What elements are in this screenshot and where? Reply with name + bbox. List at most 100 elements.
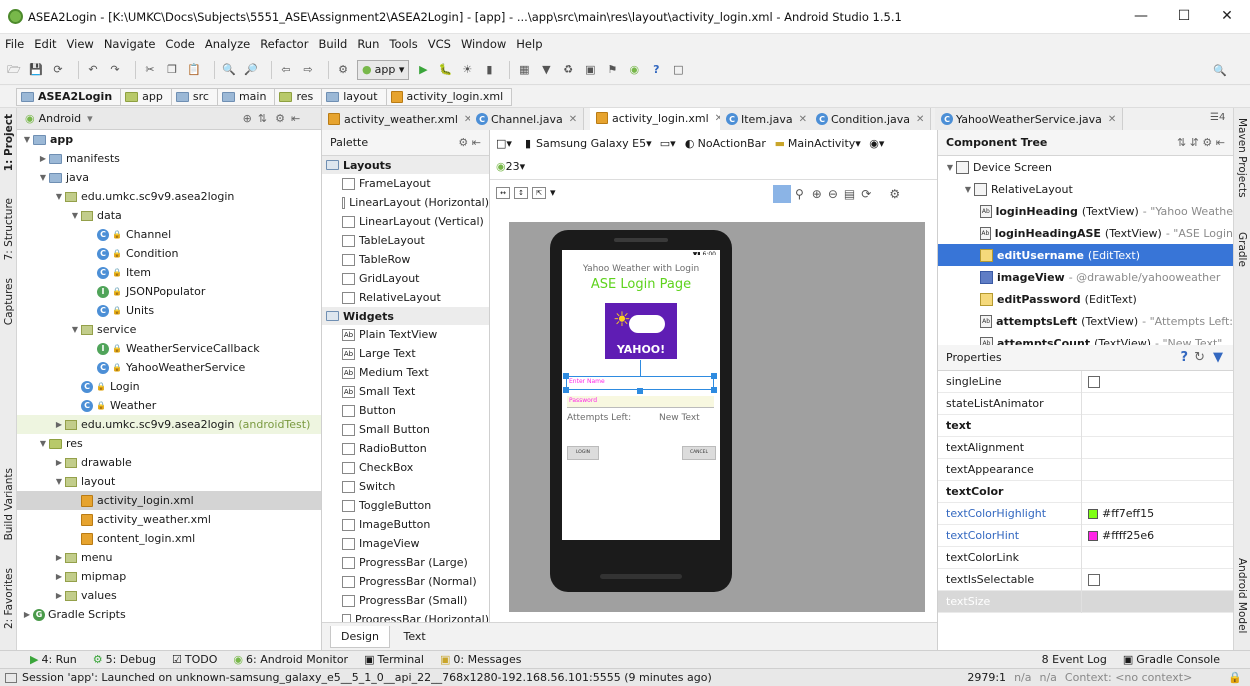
collapsed-arrow-icon[interactable]: ▶ [21,610,33,619]
login-heading[interactable]: Yahoo Weather with Login [562,264,720,274]
save-icon[interactable]: 💾 [28,62,44,78]
palette-item[interactable]: FrameLayout [322,174,489,193]
attach-debugger-icon[interactable]: ☀ [459,62,475,78]
editor-tab[interactable]: C Item.java ✕ [720,108,814,130]
tree-item[interactable]: C 🔒 Condition [17,244,321,263]
tree-item[interactable]: content_login.xml [17,529,321,548]
yahoo-weather-image[interactable]: ☀ YAHOO! [605,303,677,359]
property-value[interactable]: #ffff25e6 [1082,529,1154,542]
palette-item[interactable]: ProgressBar (Large) [322,553,489,572]
property-row[interactable]: textColorHighlight #ff7eff15 [938,502,1233,525]
palette-item[interactable]: ProgressBar (Normal) [322,572,489,591]
property-row[interactable]: textSize [938,590,1233,613]
api-level-select[interactable]: 23 [506,160,520,173]
palette-category-widgets[interactable]: Widgets [322,307,489,325]
context-indicator[interactable]: Context: <no context> [1065,671,1192,684]
palette-item[interactable]: Switch [322,477,489,496]
property-row[interactable]: textAppearance [938,458,1233,481]
tree-item[interactable]: activity_login.xml [17,491,321,510]
collapse-all-icon[interactable]: ⇅ [258,112,267,125]
restore-icon[interactable]: ↻ [1194,350,1205,365]
tree-item[interactable]: I 🔒 JSONPopulator [17,282,321,301]
device-monitor-icon[interactable]: ⚑ [604,62,620,78]
tool-debug[interactable]: ⚙ 5: Debug [93,653,164,666]
collapsed-arrow-icon[interactable]: ▶ [53,591,65,600]
avd-manager-icon[interactable]: ▣ [582,62,598,78]
help-icon[interactable]: ? [648,62,664,78]
tree-item[interactable]: ▼ app [17,130,321,149]
close-icon[interactable]: ✕ [1213,5,1241,27]
back-icon[interactable]: ⇦ [278,62,294,78]
editor-tab[interactable]: activity_login.xml ✕ [590,108,731,130]
tab-build-variants[interactable]: Build Variants [3,468,15,540]
menu-view[interactable]: View [62,34,99,55]
design-surface-icon[interactable]: □▾ [496,135,512,151]
undo-icon[interactable]: ↶ [85,62,101,78]
tool-messages[interactable]: ▣ 0: Messages [440,653,530,666]
tab-project[interactable]: 1: Project [3,114,15,171]
expanded-arrow-icon[interactable]: ▼ [944,163,956,172]
tree-item[interactable]: ▶ manifests [17,149,321,168]
tree-item[interactable]: ▼ layout [17,472,321,491]
expanded-arrow-icon[interactable]: ▼ [53,477,65,486]
editor-tab[interactable]: C Condition.java ✕ [810,108,932,130]
layout-inspector-icon[interactable]: □ [670,62,686,78]
menu-file[interactable]: File [0,34,29,55]
tree-item[interactable]: ▶ mipmap [17,567,321,586]
select-mode-icon[interactable] [773,185,791,203]
menu-vcs[interactable]: VCS [423,34,456,55]
find-icon[interactable]: 🔍 [221,62,237,78]
property-row[interactable]: textColor [938,480,1233,503]
component-item[interactable]: Ab loginHeadingASE (TextView) - "ASE Login [938,222,1233,244]
tree-item[interactable]: ▶ G Gradle Scripts [17,605,321,624]
close-tab-icon[interactable]: ✕ [916,114,924,125]
login-button[interactable]: LOGIN [567,446,599,460]
palette-item[interactable]: RadioButton [322,439,489,458]
project-view-select[interactable]: Android [39,112,82,125]
component-item[interactable]: ▼ RelativeLayout [938,178,1233,200]
tree-item[interactable]: ▶ menu [17,548,321,567]
paste-icon[interactable]: 📋 [186,62,202,78]
tree-item[interactable]: ▶ values [17,586,321,605]
palette-item[interactable]: LinearLayout (Horizontal) [322,193,489,212]
palette-item[interactable]: TableLayout [322,231,489,250]
palette-item[interactable]: RelativeLayout [322,288,489,307]
tree-item[interactable]: C 🔒 Channel [17,225,321,244]
menu-navigate[interactable]: Navigate [99,34,161,55]
palette-item[interactable]: LinearLayout (Vertical) [322,212,489,231]
help-icon[interactable]: ? [1181,350,1189,365]
profile-icon[interactable]: ▮ [481,62,497,78]
filter-icon[interactable]: ▼ [1213,350,1223,365]
tree-item[interactable]: ▼ service [17,320,321,339]
debug-icon[interactable]: 🐛 [437,62,453,78]
palette-item[interactable]: ProgressBar (Small) [322,591,489,610]
property-row[interactable]: textAlignment [938,436,1233,459]
checkbox[interactable] [1088,375,1100,388]
breadcrumb-item[interactable]: activity_login.xml [386,87,513,106]
theme-select[interactable]: NoActionBar [698,137,766,150]
forward-icon[interactable]: ⇨ [300,62,316,78]
editor-tab[interactable]: C Channel.java ✕ [470,108,585,130]
project-structure-icon[interactable]: ▦ [516,62,532,78]
palette-item[interactable]: ToggleButton [322,496,489,515]
menu-build[interactable]: Build [313,34,352,55]
menu-refactor[interactable]: Refactor [255,34,313,55]
palette-item[interactable]: Ab Medium Text [322,363,489,382]
editor-tab[interactable]: C YahooWeatherService.java ✕ [935,108,1124,130]
property-row[interactable]: textIsSelectable [938,568,1233,591]
tree-item[interactable]: ▼ res [17,434,321,453]
zoom-fit-icon[interactable]: ↔ [496,186,510,199]
menu-code[interactable]: Code [160,34,199,55]
cursor-position[interactable]: 2979:1 [967,671,1006,684]
property-row[interactable]: textColorHint #ffff25e6 [938,524,1233,547]
cancel-button[interactable]: CANCEL [682,446,716,460]
editor-tab[interactable]: activity_weather.xml ✕ [322,108,480,130]
property-row[interactable]: text [938,414,1233,437]
tree-item[interactable]: activity_weather.xml [17,510,321,529]
status-toggle-icon[interactable] [5,672,17,683]
make-project-icon[interactable]: ⚙ [335,62,351,78]
collapsed-arrow-icon[interactable]: ▶ [53,553,65,562]
tree-item[interactable]: ▼ data [17,206,321,225]
collapsed-arrow-icon[interactable]: ▶ [53,420,65,429]
expanded-arrow-icon[interactable]: ▼ [53,192,65,201]
